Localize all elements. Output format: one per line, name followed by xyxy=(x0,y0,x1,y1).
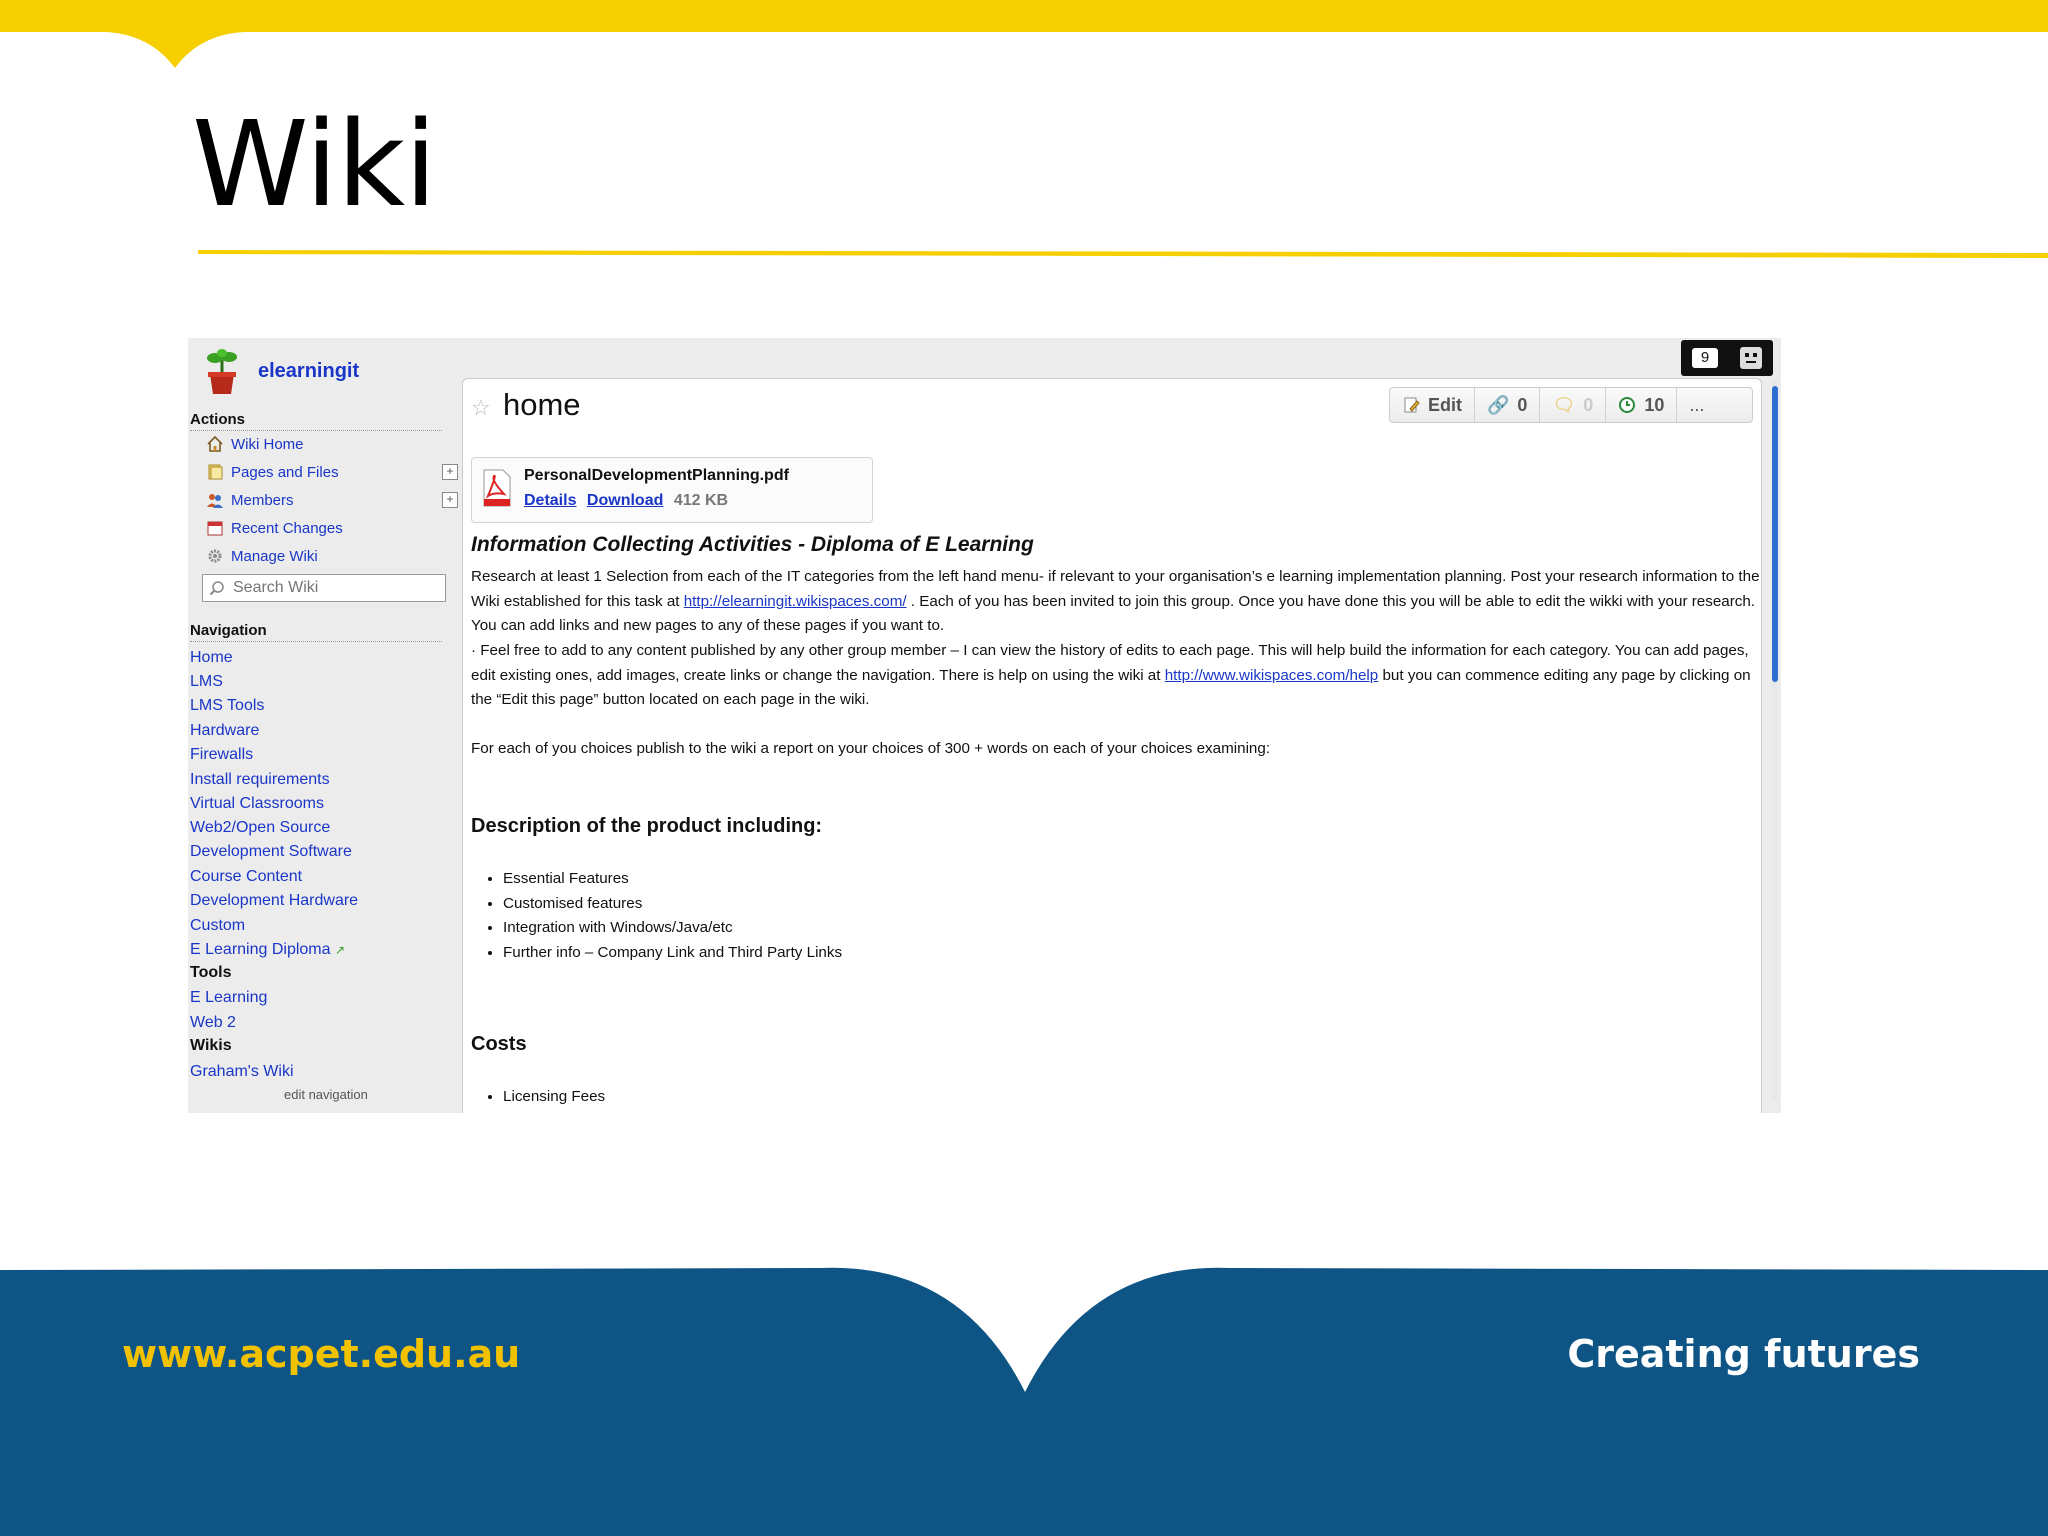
links-button[interactable]: 🔗 0 xyxy=(1475,388,1541,422)
paragraph-report: For each of you choices publish to the w… xyxy=(471,740,1271,757)
action-members[interactable]: Members + xyxy=(206,491,458,509)
nav-item-lms-tools[interactable]: LMS Tools xyxy=(190,696,264,716)
nav-item-web-2[interactable]: Web 2 xyxy=(190,1013,236,1033)
wikispaces-help-link[interactable]: http://www.wikispaces.com/help xyxy=(1165,667,1379,684)
tools-heading: Tools xyxy=(190,964,232,981)
nav-item-e-learning[interactable]: E Learning xyxy=(190,988,267,1008)
link-icon: 🔗 xyxy=(1487,394,1510,415)
home-icon xyxy=(207,435,223,452)
edit-navigation-link[interactable]: edit navigation xyxy=(284,1087,368,1102)
action-label: Recent Changes xyxy=(231,519,343,537)
elearningit-wiki-link[interactable]: http://elearningit.wikispaces.com/ xyxy=(684,593,907,610)
action-pages-and-files[interactable]: Pages and Files + xyxy=(206,463,458,481)
external-link-icon: ↗ xyxy=(334,943,346,957)
nav-item-development-hardware[interactable]: Development Hardware xyxy=(190,891,358,911)
page-toolbar: Edit 🔗 0 🗨 0 10 ... xyxy=(1389,387,1753,423)
costs-list: Licensing Fees xyxy=(503,1085,605,1110)
comments-button[interactable]: 🗨 0 xyxy=(1540,388,1607,422)
history-button[interactable]: 10 xyxy=(1606,388,1678,422)
paragraph-research: Research at least 1 Selection from each … xyxy=(471,565,1761,639)
sidebar: elearningit Actions Wiki Home Pages and … xyxy=(188,338,460,1113)
action-label: Pages and Files xyxy=(231,463,339,481)
list-item: Integration with Windows/Java/etc xyxy=(503,916,842,941)
notification-count[interactable]: 9 xyxy=(1692,348,1718,368)
page-content: ☆ home Edit 🔗 0 🗨 0 10 ... PersonalDevel… xyxy=(462,378,1762,1113)
section-description-heading: Description of the product including: xyxy=(471,815,823,837)
comments-count: 0 xyxy=(1583,394,1594,415)
user-avatar-icon[interactable] xyxy=(1740,347,1762,369)
comment-icon: 🗨 xyxy=(1552,394,1576,415)
search-wiki[interactable] xyxy=(202,574,446,602)
pages-icon xyxy=(208,464,223,480)
file-name[interactable]: PersonalDevelopmentPlanning.pdf xyxy=(524,467,789,485)
page-title: home xyxy=(503,387,581,422)
nav-item-install-requirements[interactable]: Install requirements xyxy=(190,770,330,790)
file-links: Details Download 412 KB xyxy=(524,492,728,510)
footer-tagline: Creating futures xyxy=(1567,1332,1920,1376)
slide-title: Wiki xyxy=(192,95,437,233)
action-label: Manage Wiki xyxy=(231,547,318,565)
nav-item-lms[interactable]: LMS xyxy=(190,672,223,692)
nav-item-course-content[interactable]: Course Content xyxy=(190,867,302,887)
list-item: Licensing Fees xyxy=(503,1085,605,1110)
user-badge[interactable]: 9 xyxy=(1681,340,1773,376)
nav-item-web2-open-source[interactable]: Web2/Open Source xyxy=(190,818,330,838)
action-label: Wiki Home xyxy=(231,435,304,453)
list-item: Customised features xyxy=(503,892,842,917)
nav-item-custom[interactable]: Custom xyxy=(190,916,245,936)
edit-button[interactable]: Edit xyxy=(1390,388,1475,422)
gear-icon xyxy=(208,549,222,563)
nav-item-development-software[interactable]: Development Software xyxy=(190,842,352,862)
nav-item-firewalls[interactable]: Firewalls xyxy=(190,745,253,765)
history-count: 10 xyxy=(1644,394,1665,415)
actions-heading: Actions xyxy=(190,411,442,431)
nav-item-grahams-wiki[interactable]: Graham's Wiki xyxy=(190,1062,294,1082)
nav-item-e-learning-diploma[interactable]: E Learning Diploma ↗ xyxy=(190,940,345,960)
expand-members-button[interactable]: + xyxy=(442,492,458,508)
wiki-screenshot: 9 elearningit Actions Wiki Home Pages an… xyxy=(188,338,1781,1113)
pdf-icon xyxy=(483,469,511,507)
links-count: 0 xyxy=(1517,394,1528,415)
nav-item-virtual-classrooms[interactable]: Virtual Classrooms xyxy=(190,794,324,814)
wiki-name[interactable]: elearningit xyxy=(258,360,359,383)
file-download-link[interactable]: Download xyxy=(587,492,663,509)
description-list: Essential Features Customised features I… xyxy=(503,867,842,965)
members-icon xyxy=(207,494,223,508)
action-label: Members xyxy=(231,491,294,509)
calendar-icon xyxy=(207,521,223,536)
edit-icon xyxy=(1404,397,1420,413)
action-wiki-home[interactable]: Wiki Home xyxy=(206,435,458,453)
navigation-heading: Navigation xyxy=(190,622,442,642)
wikis-heading: Wikis xyxy=(190,1037,232,1054)
file-attachment: PersonalDevelopmentPlanning.pdf Details … xyxy=(471,457,873,523)
scrollbar-thumb[interactable] xyxy=(1772,386,1778,682)
footer-url[interactable]: www.acpet.edu.au xyxy=(122,1332,520,1376)
file-size: 412 KB xyxy=(673,492,729,509)
action-recent-changes[interactable]: Recent Changes xyxy=(206,519,458,537)
nav-item-home[interactable]: Home xyxy=(190,648,233,668)
star-icon[interactable]: ☆ xyxy=(471,395,491,421)
vertical-scrollbar[interactable] xyxy=(1772,380,1778,1100)
section-costs-heading: Costs xyxy=(471,1033,527,1055)
list-item: Further info – Company Link and Third Pa… xyxy=(503,941,842,966)
content-heading: Information Collecting Activities - Dipl… xyxy=(471,533,1034,556)
nav-item-hardware[interactable]: Hardware xyxy=(190,721,259,741)
search-icon xyxy=(209,581,224,596)
edit-label: Edit xyxy=(1428,394,1462,415)
nav-item-label: E Learning Diploma xyxy=(190,941,331,958)
more-button[interactable]: ... xyxy=(1677,388,1716,422)
action-manage-wiki[interactable]: Manage Wiki xyxy=(206,547,458,565)
search-input[interactable] xyxy=(231,578,435,598)
paragraph-instructions: · Feel free to add to any content publis… xyxy=(471,639,1761,713)
expand-pages-button[interactable]: + xyxy=(442,464,458,480)
wiki-logo-icon[interactable] xyxy=(202,348,242,396)
list-item: Essential Features xyxy=(503,867,842,892)
file-details-link[interactable]: Details xyxy=(524,492,576,509)
history-icon xyxy=(1619,397,1636,413)
